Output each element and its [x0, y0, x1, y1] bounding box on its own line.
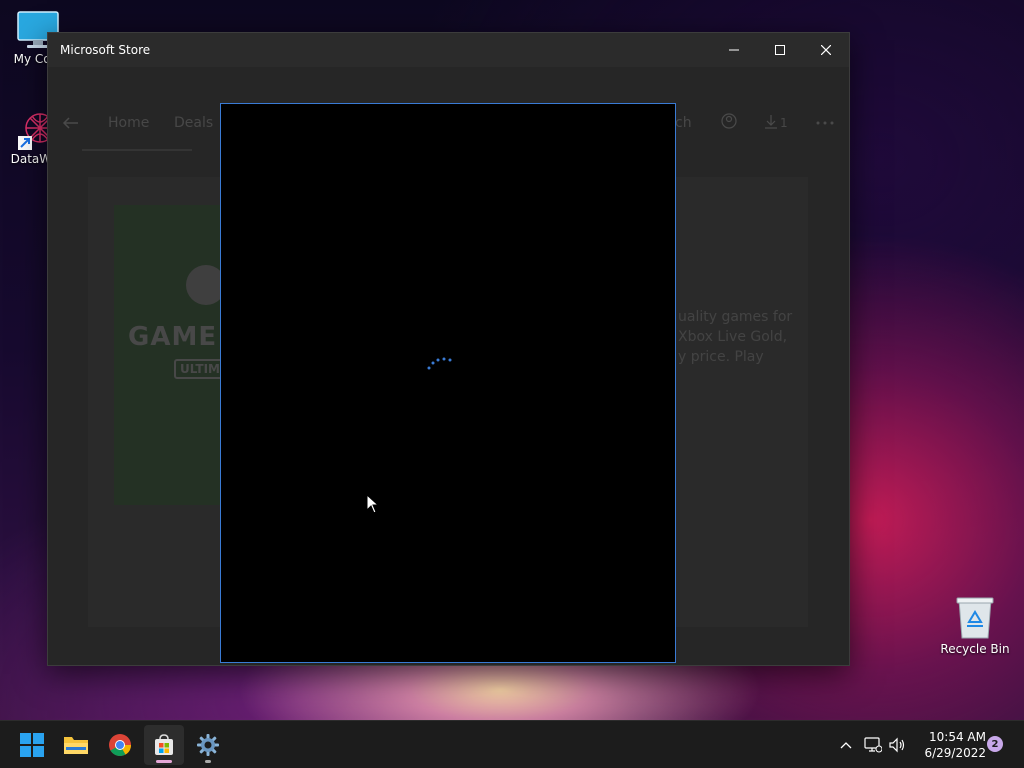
description-line: y price. Play: [678, 349, 764, 365]
maximize-button[interactable]: [757, 33, 803, 67]
clock-date: 6/29/2022: [924, 746, 986, 760]
running-app-indicator: [205, 760, 211, 763]
close-icon: [821, 45, 831, 55]
windows-start-icon: [20, 733, 44, 757]
desktop-icon-recycle-bin[interactable]: Recycle Bin: [937, 596, 1013, 656]
loading-spinner-icon: [427, 357, 452, 370]
desktop-icon-label: Recycle Bin: [940, 642, 1010, 656]
chevron-up-icon: [840, 742, 852, 749]
minimize-button[interactable]: [711, 33, 757, 67]
nav-home[interactable]: Home: [108, 115, 149, 131]
account-icon[interactable]: [721, 113, 737, 129]
network-icon: [864, 737, 882, 753]
store-content: Home Deals ch 1 GAME ULTIM uality games …: [48, 67, 849, 665]
more-icon[interactable]: [816, 121, 834, 125]
gear-icon: [197, 734, 219, 756]
chrome-button[interactable]: [100, 725, 140, 765]
maximize-icon: [775, 45, 785, 55]
hero-subtitle: ULTIM: [174, 359, 226, 379]
recycle-bin-icon: [956, 597, 994, 639]
microsoft-store-button[interactable]: [144, 725, 184, 765]
store-window: Microsoft Store Home Deals ch 1 GAME ULT…: [47, 32, 850, 666]
nav-search-partial[interactable]: ch: [675, 115, 692, 131]
download-icon[interactable]: [764, 115, 778, 129]
taskbar: 10:54 AM 6/29/2022: [0, 720, 1024, 768]
window-title: Microsoft Store: [60, 43, 151, 57]
network-button[interactable]: [863, 735, 883, 755]
volume-icon: [889, 737, 905, 753]
description-line: uality games for: [678, 309, 793, 325]
minimize-icon: [729, 49, 739, 51]
chrome-icon: [109, 734, 131, 756]
settings-button[interactable]: [188, 725, 228, 765]
file-explorer-button[interactable]: [56, 725, 96, 765]
sign-in-overlay-panel[interactable]: [220, 103, 676, 663]
mouse-cursor-icon: [366, 494, 380, 514]
nav-underline: [82, 149, 192, 151]
title-bar[interactable]: Microsoft Store: [48, 33, 849, 67]
close-button[interactable]: [803, 33, 849, 67]
nav-deals[interactable]: Deals: [174, 115, 213, 131]
volume-button[interactable]: [888, 735, 908, 755]
active-app-indicator: [156, 760, 172, 763]
clock-time: 10:54 AM: [929, 730, 986, 744]
hero-title: GAME: [128, 322, 218, 352]
folder-icon: [64, 737, 88, 754]
clock[interactable]: 10:54 AM 6/29/2022: [912, 729, 986, 761]
description-line: Xbox Live Gold,: [678, 329, 788, 345]
back-arrow-icon[interactable]: [62, 117, 78, 129]
show-hidden-icons-button[interactable]: [836, 735, 856, 755]
notification-badge[interactable]: 2: [987, 736, 1003, 752]
store-icon: [155, 734, 173, 755]
start-button[interactable]: [12, 725, 52, 765]
downloads-count: 1: [780, 116, 788, 130]
